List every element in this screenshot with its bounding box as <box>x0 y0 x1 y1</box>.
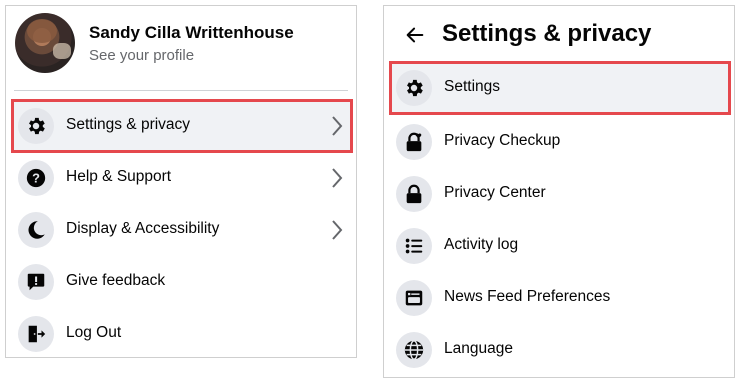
menu-item-label: Settings & privacy <box>66 116 191 133</box>
menu-item-display-accessibility[interactable]: Display & Accessibility <box>12 204 352 256</box>
menu-item-label: Log Out <box>66 324 122 341</box>
menu-item-log-out[interactable]: Log Out <box>12 308 352 360</box>
menu-item-news-feed-preferences[interactable]: News Feed Preferences <box>390 272 730 324</box>
chevron-right-icon <box>332 116 343 136</box>
profile-row[interactable]: Sandy Cilla Writtenhouse See your profil… <box>15 13 345 75</box>
menu-item-label: Settings <box>444 78 501 95</box>
avatar <box>15 13 75 73</box>
logout-icon <box>18 316 54 352</box>
menu-item-language[interactable]: Language <box>390 324 730 376</box>
menu-item-label: Privacy Center <box>444 184 546 201</box>
menu-item-label: Help & Support <box>66 168 172 185</box>
news-feed-icon <box>396 280 432 316</box>
profile-name: Sandy Cilla Writtenhouse <box>89 23 294 42</box>
menu-item-label: Display & Accessibility <box>66 220 220 237</box>
menu-item-settings-privacy[interactable]: Settings & privacy <box>11 99 353 153</box>
chevron-right-icon <box>332 168 343 188</box>
gear-icon <box>18 108 54 144</box>
menu-item-privacy-center[interactable]: Privacy Center <box>390 168 730 220</box>
gear-icon <box>396 70 432 106</box>
menu-item-label: Activity log <box>444 236 519 253</box>
list-icon <box>396 228 432 264</box>
lock-icon <box>396 176 432 212</box>
back-arrow-icon[interactable] <box>404 24 426 46</box>
svg-text:?: ? <box>32 171 40 186</box>
settings-privacy-panel: Settings & privacy Settings Privacy Chec… <box>383 5 735 378</box>
menu-item-settings[interactable]: Settings <box>389 61 731 115</box>
account-menu-panel: Sandy Cilla Writtenhouse See your profil… <box>5 5 357 358</box>
question-icon: ? <box>18 160 54 196</box>
menu-item-label: Language <box>444 340 513 357</box>
feedback-icon <box>18 264 54 300</box>
menu-item-give-feedback[interactable]: Give feedback <box>12 256 352 308</box>
moon-icon <box>18 212 54 248</box>
menu-item-label: Privacy Checkup <box>444 132 561 149</box>
menu-item-privacy-checkup[interactable]: Privacy Checkup <box>390 116 730 168</box>
menu-item-label: Give feedback <box>66 272 166 289</box>
see-profile-link[interactable]: See your profile <box>89 47 194 64</box>
page-title: Settings & privacy <box>442 20 652 47</box>
divider <box>14 90 348 91</box>
panel-header: Settings & privacy <box>394 16 724 56</box>
globe-icon <box>396 332 432 368</box>
menu-item-label: News Feed Preferences <box>444 288 611 305</box>
chevron-right-icon <box>332 220 343 240</box>
lock-heart-icon <box>396 124 432 160</box>
menu-item-help-support[interactable]: ? Help & Support <box>12 152 352 204</box>
menu-item-activity-log[interactable]: Activity log <box>390 220 730 272</box>
